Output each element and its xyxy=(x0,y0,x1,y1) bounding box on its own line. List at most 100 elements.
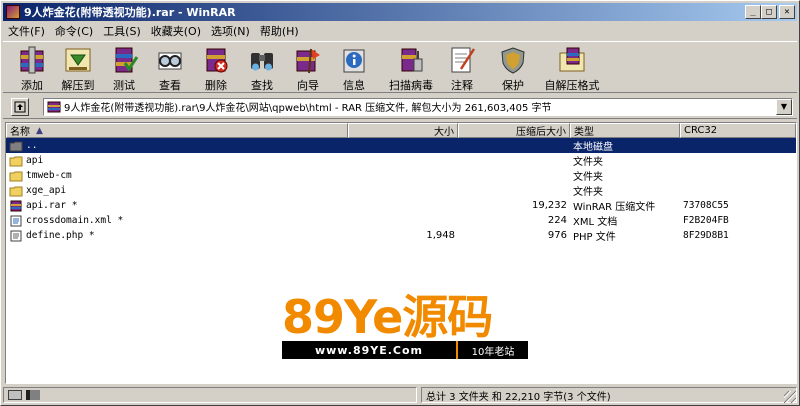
comment-button[interactable]: 注释 xyxy=(439,42,485,92)
add-archive-icon xyxy=(16,45,48,75)
column-size-label: 大小 xyxy=(434,127,454,138)
minimize-icon: _ xyxy=(750,6,756,17)
extract-icon xyxy=(62,45,94,75)
file-list: 名称 ▲ 大小 压缩后大小 类型 CRC32 .. 本地磁盘 api 文件夹 tmweb-… xyxy=(5,122,797,384)
up-folder-button[interactable] xyxy=(11,97,29,116)
file-name: tmweb-cm xyxy=(26,170,72,181)
wizard-button[interactable]: 向导 xyxy=(285,42,331,92)
maximize-icon: □ xyxy=(766,6,772,17)
close-button[interactable]: ✕ xyxy=(779,5,795,19)
file-type: XML 文档 xyxy=(573,217,618,228)
maximize-button[interactable]: □ xyxy=(761,5,777,19)
file-name-cell: .. xyxy=(6,140,348,152)
find-button[interactable]: 查找 xyxy=(239,42,285,92)
close-icon: ✕ xyxy=(784,6,790,17)
menu-favorites[interactable]: 收藏夹(O) xyxy=(146,23,206,39)
file-name: crossdomain.xml * xyxy=(26,215,124,226)
sfx-icon xyxy=(556,45,588,75)
file-type: 文件夹 xyxy=(573,157,603,168)
php-file-icon xyxy=(9,230,23,242)
wizard-label: 向导 xyxy=(297,79,319,92)
toolbar: 添加 解压到 测试 查看 删除 查找 向导 信息 扫描病毒 注释 保护 自解压格… xyxy=(3,41,797,93)
file-rows: .. 本地磁盘 api 文件夹 tmweb-cm 文件夹 xge_api 文件夹 api.rar… xyxy=(6,138,796,243)
column-packed-label: 压缩后大小 xyxy=(516,127,566,138)
watermark: 89Ye源码 www.89YE.Com 10年老站 xyxy=(282,291,532,363)
file-row[interactable]: .. 本地磁盘 xyxy=(6,138,796,153)
file-packed-size: 976 xyxy=(547,230,567,241)
file-name-cell: crossdomain.xml * xyxy=(6,215,348,227)
menu-commands[interactable]: 命令(C) xyxy=(50,23,98,39)
list-header: 名称 ▲ 大小 压缩后大小 类型 CRC32 xyxy=(6,123,796,138)
info-label: 信息 xyxy=(343,79,365,92)
address-field[interactable]: 9人炸金花(附带透视功能).rar\9人炸金花\网站\qpweb\html - … xyxy=(43,97,793,116)
menu-options[interactable]: 选项(N) xyxy=(206,23,255,39)
column-name-label: 名称 xyxy=(10,127,30,138)
column-size[interactable]: 大小 xyxy=(348,123,458,138)
protect-button[interactable]: 保护 xyxy=(485,42,541,92)
file-name-cell: xge_api xyxy=(6,185,348,197)
protect-label: 保护 xyxy=(502,79,524,92)
extract-to-label: 解压到 xyxy=(61,79,95,92)
column-packed[interactable]: 压缩后大小 xyxy=(458,123,570,138)
binoculars-icon xyxy=(246,45,278,75)
file-name: define.php * xyxy=(26,230,95,241)
sfx-button[interactable]: 自解压格式 xyxy=(541,42,603,92)
menu-help[interactable]: 帮助(H) xyxy=(255,23,304,39)
column-name[interactable]: 名称 ▲ xyxy=(6,123,348,138)
file-row[interactable]: define.php * 1,948 976 PHP 文件 8F29D8B1 xyxy=(6,228,796,243)
file-name: xge_api xyxy=(26,185,67,196)
extract-to-button[interactable]: 解压到 xyxy=(55,42,101,92)
scan-virus-label: 扫描病毒 xyxy=(389,79,433,92)
file-crc: F2B204FB xyxy=(683,215,729,226)
file-name-cell: define.php * xyxy=(6,230,348,242)
view-label: 查看 xyxy=(159,79,181,92)
archive-icon xyxy=(47,101,61,112)
delete-icon xyxy=(200,45,232,75)
column-crc[interactable]: CRC32 xyxy=(680,123,796,138)
status-bar: 总计 3 文件夹 和 22,210 字节(3 个文件) xyxy=(3,386,797,404)
info-button[interactable]: 信息 xyxy=(331,42,377,92)
title-bar[interactable]: 9人炸金花(附带透视功能).rar - WinRAR _ □ ✕ xyxy=(3,3,797,21)
folder-icon xyxy=(9,185,23,197)
winrar-window: 9人炸金花(附带透视功能).rar - WinRAR _ □ ✕ 文件(F) 命… xyxy=(0,0,800,406)
xml-file-icon xyxy=(9,215,23,227)
status-left-panel xyxy=(3,387,417,403)
comment-icon xyxy=(446,45,478,75)
file-row[interactable]: xge_api 文件夹 xyxy=(6,183,796,198)
sfx-label: 自解压格式 xyxy=(544,79,600,92)
address-bar: 9人炸金花(附带透视功能).rar\9人炸金花\网站\qpweb\html - … xyxy=(3,95,797,119)
chevron-down-icon: ▼ xyxy=(780,102,788,111)
view-button[interactable]: 查看 xyxy=(147,42,193,92)
menu-file[interactable]: 文件(F) xyxy=(3,23,50,39)
add-button[interactable]: 添加 xyxy=(9,42,55,92)
address-path: 9人炸金花(附带透视功能).rar\9人炸金花\网站\qpweb\html - … xyxy=(64,103,552,114)
virus-scan-icon xyxy=(395,45,427,75)
delete-button[interactable]: 删除 xyxy=(193,42,239,92)
file-type: 本地磁盘 xyxy=(573,142,613,153)
drive-icon[interactable] xyxy=(8,390,22,400)
winrar-app-icon[interactable] xyxy=(6,5,20,19)
window-controls: _ □ ✕ xyxy=(745,5,795,19)
folder-icon xyxy=(9,170,23,182)
column-type[interactable]: 类型 xyxy=(570,123,680,138)
test-icon xyxy=(108,45,140,75)
file-row[interactable]: tmweb-cm 文件夹 xyxy=(6,168,796,183)
file-type: 文件夹 xyxy=(573,172,603,183)
test-button[interactable]: 测试 xyxy=(101,42,147,92)
resize-grip[interactable] xyxy=(784,391,796,403)
view-glasses-icon xyxy=(154,45,186,75)
file-row[interactable]: crossdomain.xml * 224 XML 文档 F2B204FB xyxy=(6,213,796,228)
test-label: 测试 xyxy=(113,79,135,92)
sort-ascending-icon: ▲ xyxy=(36,125,43,136)
file-packed-size: 224 xyxy=(547,215,567,226)
address-dropdown-button[interactable]: ▼ xyxy=(776,98,792,115)
file-name: api xyxy=(26,155,44,166)
watermark-url: www.89YE.Com xyxy=(282,341,456,359)
scan-virus-button[interactable]: 扫描病毒 xyxy=(383,42,439,92)
file-row[interactable]: api 文件夹 xyxy=(6,153,796,168)
up-arrow-icon xyxy=(14,101,26,112)
menu-tools[interactable]: 工具(S) xyxy=(98,23,146,39)
minimize-button[interactable]: _ xyxy=(745,5,761,19)
file-row[interactable]: api.rar * 19,232 WinRAR 压缩文件 73708C55 xyxy=(6,198,796,213)
key-icon[interactable] xyxy=(26,390,40,400)
